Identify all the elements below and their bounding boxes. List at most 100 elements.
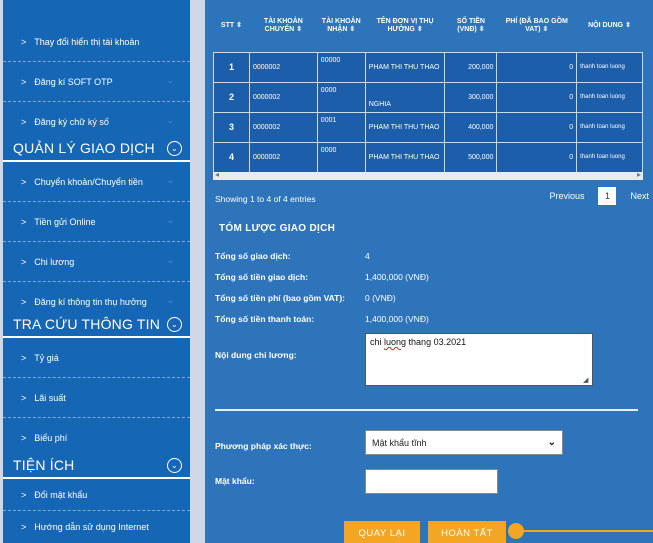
previous-page-button[interactable]: Previous (549, 191, 584, 201)
cell-to-account: 0000 (316, 141, 366, 172)
sidebar-item-change-account-display[interactable]: > Thay đổi hiển thị tài khoản (3, 22, 190, 62)
cell-stt: 1 (213, 51, 250, 83)
auth-method-value: Mật khẩu tĩnh (372, 437, 427, 448)
cell-to-account: 0000 (316, 81, 366, 113)
table-row: 1 0000002 00000 PHAM THI THU THAO 200,00… (213, 51, 643, 83)
chevron-down-icon: ⌄ (166, 175, 174, 185)
auth-method-label: Phương pháp xác thực: (215, 441, 312, 451)
collapse-circle-icon[interactable]: ⌄ (167, 141, 182, 156)
auth-method-select[interactable]: Mật khẩu tĩnh ⌄ (365, 430, 563, 455)
transactions-table-wrapper: STT ⬍ TÀI KHOẢN CHUYỂN ⬍ TÀI KHOẢN NHẬN ⬍ T… (213, 0, 643, 172)
section-divider (215, 409, 638, 411)
cell-beneficiary: NGHIA (364, 81, 446, 113)
sidebar-item-label: Biểu phí (34, 433, 68, 443)
sidebar-item-internet-guide[interactable]: > Hướng dẫn sử dụng Internet (3, 511, 190, 543)
sidebar: > Thay đổi hiển thị tài khoản > Đăng kí … (0, 0, 194, 543)
sidebar-item-exchange-rate[interactable]: > Tỷ giá (3, 338, 190, 378)
payroll-note-textarea[interactable]: chi luong thang 03.2021 (365, 333, 593, 386)
chevron-down-icon: ⌄ (166, 295, 174, 305)
collapse-circle-icon[interactable]: ⌄ (167, 458, 182, 473)
cell-beneficiary: PHAM THI THU THAO (364, 51, 446, 83)
summary-value-total-payment: 1,400,000 (VNĐ) (365, 314, 429, 324)
cell-beneficiary: PHAM THI THU THAO (364, 111, 446, 143)
cell-fee: 0 (496, 81, 578, 113)
chevron-right-icon: > (21, 256, 27, 267)
sidebar-item-payroll[interactable]: > Chi lương ⌄ (3, 242, 190, 282)
sidebar-item-label: Tỷ giá (34, 352, 59, 363)
cell-fee: 0 (496, 51, 578, 83)
summary-label-total-amount: Tổng số tiền giao dịch: (215, 272, 309, 282)
resize-grip-icon[interactable]: ◢ (583, 376, 588, 384)
column-header-beneficiary[interactable]: TÊN ĐƠN VỊ THỤ HƯỞNG ⬍ (365, 0, 445, 52)
summary-value-count: 4 (365, 251, 370, 261)
entries-info: Showing 1 to 4 of 4 entries (215, 194, 316, 204)
chevron-right-icon: > (21, 297, 27, 307)
chevron-right-icon: > (21, 433, 27, 443)
sidebar-item-label: Đăng ký chữ ký số (34, 117, 109, 127)
cell-from-account: 0000002 (248, 111, 318, 143)
table-row: 3 0000002 0001 PHAM THI THU THAO 400,000… (213, 111, 643, 143)
cell-fee: 0 (496, 111, 578, 143)
sidebar-item-label: Lãi suất (34, 392, 66, 403)
summary-value-total-amount: 1,400,000 (VNĐ) (365, 272, 429, 282)
chevron-right-icon: > (21, 176, 27, 187)
column-header-amount[interactable]: SỐ TIỀN (VNĐ) ⬍ (444, 0, 497, 52)
password-input[interactable] (365, 469, 498, 494)
cell-content: thanh toan luong (576, 111, 643, 143)
sort-icon: ⬍ (416, 25, 423, 33)
chevron-down-icon: ⌄ (166, 115, 174, 125)
sidebar-item-soft-otp[interactable]: > Đăng kí SOFT OTP ⌄ (3, 62, 190, 102)
collapse-circle-icon[interactable]: ⌄ (167, 317, 182, 332)
chevron-right-icon: > (21, 76, 27, 87)
cell-amount: 500,000 (444, 141, 498, 172)
cell-from-account: 0000002 (248, 51, 318, 83)
column-header-fee[interactable]: PHÍ (ĐÃ BAO GỒM VAT) ⬍ (496, 0, 577, 52)
sidebar-item-label: Đăng kí thông tin thụ hưởng (34, 297, 147, 307)
cell-content: thanh toan luong (576, 141, 643, 172)
scroll-left-icon[interactable]: ◂ (215, 170, 219, 179)
cell-stt: 2 (213, 81, 250, 113)
column-header-from-account[interactable]: TÀI KHOẢN CHUYỂN ⬍ (249, 0, 318, 52)
summary-label-total-payment: Tổng số tiền thanh toán: (215, 314, 315, 324)
page-1-button[interactable]: 1 (598, 187, 617, 205)
chevron-right-icon: > (21, 489, 27, 500)
column-header-to-account[interactable]: TÀI KHOẢN NHẬN ⬍ (317, 0, 366, 52)
chevron-down-icon: ⌄ (547, 437, 556, 448)
sidebar-item-interest-rate[interactable]: > Lãi suất (3, 378, 190, 418)
section-header-transactions[interactable]: QUẢN LÝ GIAO DỊCH ⌄ (3, 136, 190, 162)
scroll-right-icon[interactable]: ▸ (637, 170, 641, 179)
sidebar-item-transfer[interactable]: > Chuyển khoản/Chuyển tiền ⌄ (3, 162, 190, 202)
pagination: Previous 1 Next (549, 187, 653, 205)
cell-from-account: 0000002 (248, 81, 318, 113)
complete-button[interactable]: HOÀN TẤT (428, 521, 506, 543)
section-header-lookup[interactable]: TRA CỨU THÔNG TIN ⌄ (3, 312, 190, 338)
chevron-right-icon: > (21, 216, 27, 227)
cell-content: thanh toan luong (576, 81, 643, 113)
sidebar-item-change-password[interactable]: > Đổi mật khẩu (3, 479, 190, 511)
sort-icon: ⬍ (236, 22, 243, 30)
column-header-stt[interactable]: STT ⬍ (213, 0, 250, 52)
summary-label-total-fee: Tổng số tiền phí (bao gồm VAT): (215, 293, 345, 303)
sort-icon: ⬍ (296, 25, 303, 33)
sidebar-item-online-deposit[interactable]: > Tiền gửi Online ⌄ (3, 202, 190, 242)
column-header-content[interactable]: NỘI DUNG ⬍ (576, 0, 643, 52)
section-header-utilities[interactable]: TIỆN ÍCH ⌄ (3, 453, 190, 479)
horizontal-scrollbar[interactable]: ◂ ▸ (213, 170, 643, 180)
menu-block-account: > Thay đổi hiển thị tài khoản > Đăng kí … (3, 22, 190, 142)
chevron-right-icon: > (21, 36, 27, 47)
chevron-down-icon: ⌄ (166, 215, 174, 225)
menu-block-transactions: > Chuyển khoản/Chuyển tiền ⌄ > Tiền gửi … (3, 162, 190, 322)
cell-amount: 300,000 (444, 81, 498, 113)
cell-beneficiary: PHAM THI THU THAO (364, 141, 446, 172)
chevron-right-icon: > (21, 522, 27, 532)
sidebar-item-fee-schedule[interactable]: > Biểu phí (3, 418, 190, 458)
section-title: TRA CỨU THÔNG TIN (13, 316, 161, 332)
sort-icon: ⬍ (349, 25, 356, 33)
menu-block-top-cut (3, 0, 190, 22)
cell-stt: 4 (213, 141, 250, 172)
payroll-note-label: Nội dung chi lương: (215, 350, 297, 360)
chevron-right-icon: > (21, 352, 27, 363)
sidebar-item-label: Đổi mật khẩu (34, 489, 88, 500)
back-button[interactable]: QUAY LẠI (344, 521, 420, 543)
next-page-button[interactable]: Next (630, 191, 649, 201)
